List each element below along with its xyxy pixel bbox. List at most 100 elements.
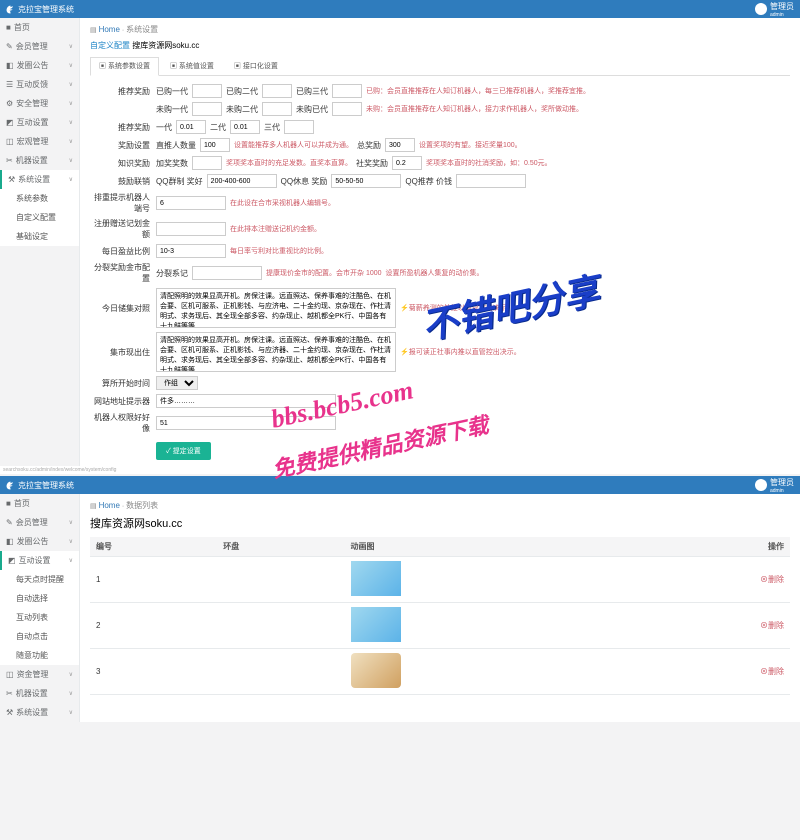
- chevron-icon: ∨: [69, 690, 73, 697]
- gear-icon: ⚙: [6, 99, 13, 108]
- brand-2: 克拉宝管理系统: [6, 480, 74, 491]
- input-gen2-bought[interactable]: [262, 84, 292, 98]
- delete-link[interactable]: ⊗删除: [760, 575, 784, 584]
- chevron-icon: ∨: [69, 557, 73, 564]
- submenu2-1[interactable]: 每天点时提醒: [0, 570, 79, 589]
- sidebar2-item-asset[interactable]: ◫资金管理∨: [0, 665, 79, 684]
- input-robot-perm[interactable]: [156, 416, 336, 430]
- breadcrumb-home-2[interactable]: Home: [99, 501, 120, 510]
- footer-url: searchsoku.cc/admin/index/welcome/system…: [0, 466, 800, 474]
- chevron-icon: ∨: [69, 176, 73, 183]
- label-bonus: 奖励设置: [90, 140, 156, 151]
- tool-icon: ⚒: [8, 175, 15, 184]
- submenu2-5[interactable]: 随意功能: [0, 646, 79, 665]
- list-icon: ☰: [6, 80, 13, 89]
- input-qq-rest[interactable]: [331, 174, 401, 188]
- leaf-icon: [6, 481, 15, 490]
- sidebar-label: 互动设置: [17, 118, 49, 127]
- submenu2-4[interactable]: 自动点击: [0, 627, 79, 646]
- label-site-tip: 网站地址提示器: [90, 396, 156, 407]
- input-tier3[interactable]: [284, 120, 314, 134]
- label-today-store: 今日储集对照: [90, 303, 156, 314]
- textarea-today-store[interactable]: [156, 288, 396, 328]
- submit-button[interactable]: ✓ 提定设置: [156, 442, 211, 460]
- chevron-icon: ∨: [69, 62, 73, 69]
- edit-icon: ✎: [6, 42, 13, 51]
- input-direct-count[interactable]: [200, 138, 230, 152]
- sidebar-item-robot[interactable]: ✂机器设置∨: [0, 151, 79, 170]
- input-robot-id[interactable]: [156, 196, 226, 210]
- input-register-gift[interactable]: [156, 222, 226, 236]
- sidebar-item-system[interactable]: ⚒系统设置∨: [0, 170, 79, 189]
- user-area-2[interactable]: 管理员 admin: [755, 477, 794, 494]
- tab-interface[interactable]: ▣ 接口化设置: [225, 57, 287, 75]
- tab-system-values[interactable]: ▣ 系统值设置: [161, 57, 223, 75]
- submenu2-3[interactable]: 互动列表: [0, 608, 79, 627]
- breadcrumb-home[interactable]: Home: [99, 25, 120, 34]
- sidebar-2: ■首页 ✎会员管理∨ ◧发圈公告∨ ◩互动设置∨ 每天点时提醒 自动选择 互动列…: [0, 494, 80, 722]
- sidebar-item-announce[interactable]: ◧发圈公告∨: [0, 56, 79, 75]
- submenu-item-custom[interactable]: 自定义配置: [0, 208, 79, 227]
- avatar: [755, 3, 767, 15]
- home-icon: ■: [6, 23, 11, 32]
- data-table: 编号 环盘 动画图 操作 1⊗删除 2⊗删除 3⊗删除: [90, 537, 790, 695]
- submenu2-2[interactable]: 自动选择: [0, 589, 79, 608]
- tool-icon: ⚒: [6, 708, 13, 717]
- input-qq-group[interactable]: [207, 174, 277, 188]
- leaf-icon: [6, 5, 15, 14]
- textarea-market[interactable]: [156, 332, 396, 372]
- sidebar2-item-home[interactable]: ■首页: [0, 494, 79, 513]
- input-gen3-notbought[interactable]: [332, 102, 362, 116]
- input-tier1[interactable]: [176, 120, 206, 134]
- chevron-icon: ∨: [69, 43, 73, 50]
- sidebar2-item-robot[interactable]: ✂机器设置∨: [0, 684, 79, 703]
- delete-link[interactable]: ⊗删除: [760, 667, 784, 676]
- input-tier2[interactable]: [230, 120, 260, 134]
- input-qq-rec[interactable]: [456, 174, 526, 188]
- input-split-coef[interactable]: [192, 266, 262, 280]
- sidebar-item-home[interactable]: ■首页: [0, 18, 79, 37]
- tab-system-params[interactable]: ▣ 系统参数设置: [90, 57, 159, 76]
- sidebar-item-member[interactable]: ✎会员管理∨: [0, 37, 79, 56]
- breadcrumb-current: 系统设置: [126, 25, 158, 34]
- sidebar2-item-announce[interactable]: ◧发圈公告∨: [0, 532, 79, 551]
- input-gen1-notbought[interactable]: [192, 102, 222, 116]
- user-name: 管理员: [770, 1, 794, 12]
- sidebar2-item-interact[interactable]: ◩互动设置∨: [0, 551, 79, 570]
- user-area[interactable]: 管理员 admin: [755, 1, 794, 18]
- input-social-bonus[interactable]: [392, 156, 422, 170]
- input-total-bonus[interactable]: [385, 138, 415, 152]
- input-daily-ratio[interactable]: [156, 244, 226, 258]
- sidebar-item-security[interactable]: ⚙安全管理∨: [0, 94, 79, 113]
- table-row: 1⊗删除: [90, 557, 790, 603]
- sidebar-item-macro[interactable]: ◫宏观管理∨: [0, 132, 79, 151]
- delete-link[interactable]: ⊗删除: [760, 621, 784, 630]
- sidebar-item-feedback[interactable]: ☰互动反馈∨: [0, 75, 79, 94]
- chevron-icon: ∨: [69, 138, 73, 145]
- input-site-tip[interactable]: [156, 394, 336, 408]
- label-split: 分裂奖励金市配置: [90, 262, 156, 284]
- box-icon: ◩: [8, 556, 16, 565]
- th-name: 环盘: [217, 537, 344, 557]
- submenu-item-params[interactable]: 系统参数: [0, 189, 79, 208]
- select-start-time[interactable]: 作组: [156, 376, 198, 390]
- th-id: 编号: [90, 537, 217, 557]
- sidebar-label: 安全管理: [16, 99, 48, 108]
- label-daily-ratio: 每日盈益比例: [90, 246, 156, 257]
- box-icon: ◩: [6, 118, 14, 127]
- th-img: 动画图: [345, 537, 627, 557]
- submenu-item-basic[interactable]: 基础设定: [0, 227, 79, 246]
- user-name-2: 管理员: [770, 477, 794, 488]
- sidebar2-item-member[interactable]: ✎会员管理∨: [0, 513, 79, 532]
- input-add-bonus[interactable]: [192, 156, 222, 170]
- sidebar2-item-system[interactable]: ⚒系统设置∨: [0, 703, 79, 722]
- input-gen1-bought[interactable]: [192, 84, 222, 98]
- sidebar-label: 宏观管理: [17, 137, 49, 146]
- input-gen3-bought[interactable]: [332, 84, 362, 98]
- page-title-2: 搜库资源网soku.cc: [90, 515, 790, 531]
- label-knowledge: 知识奖励: [90, 158, 156, 169]
- label-encourage: 鼓励联销: [90, 176, 156, 187]
- avatar-2: [755, 479, 767, 491]
- input-gen2-notbought[interactable]: [262, 102, 292, 116]
- sidebar-item-interact[interactable]: ◩互动设置∨: [0, 113, 79, 132]
